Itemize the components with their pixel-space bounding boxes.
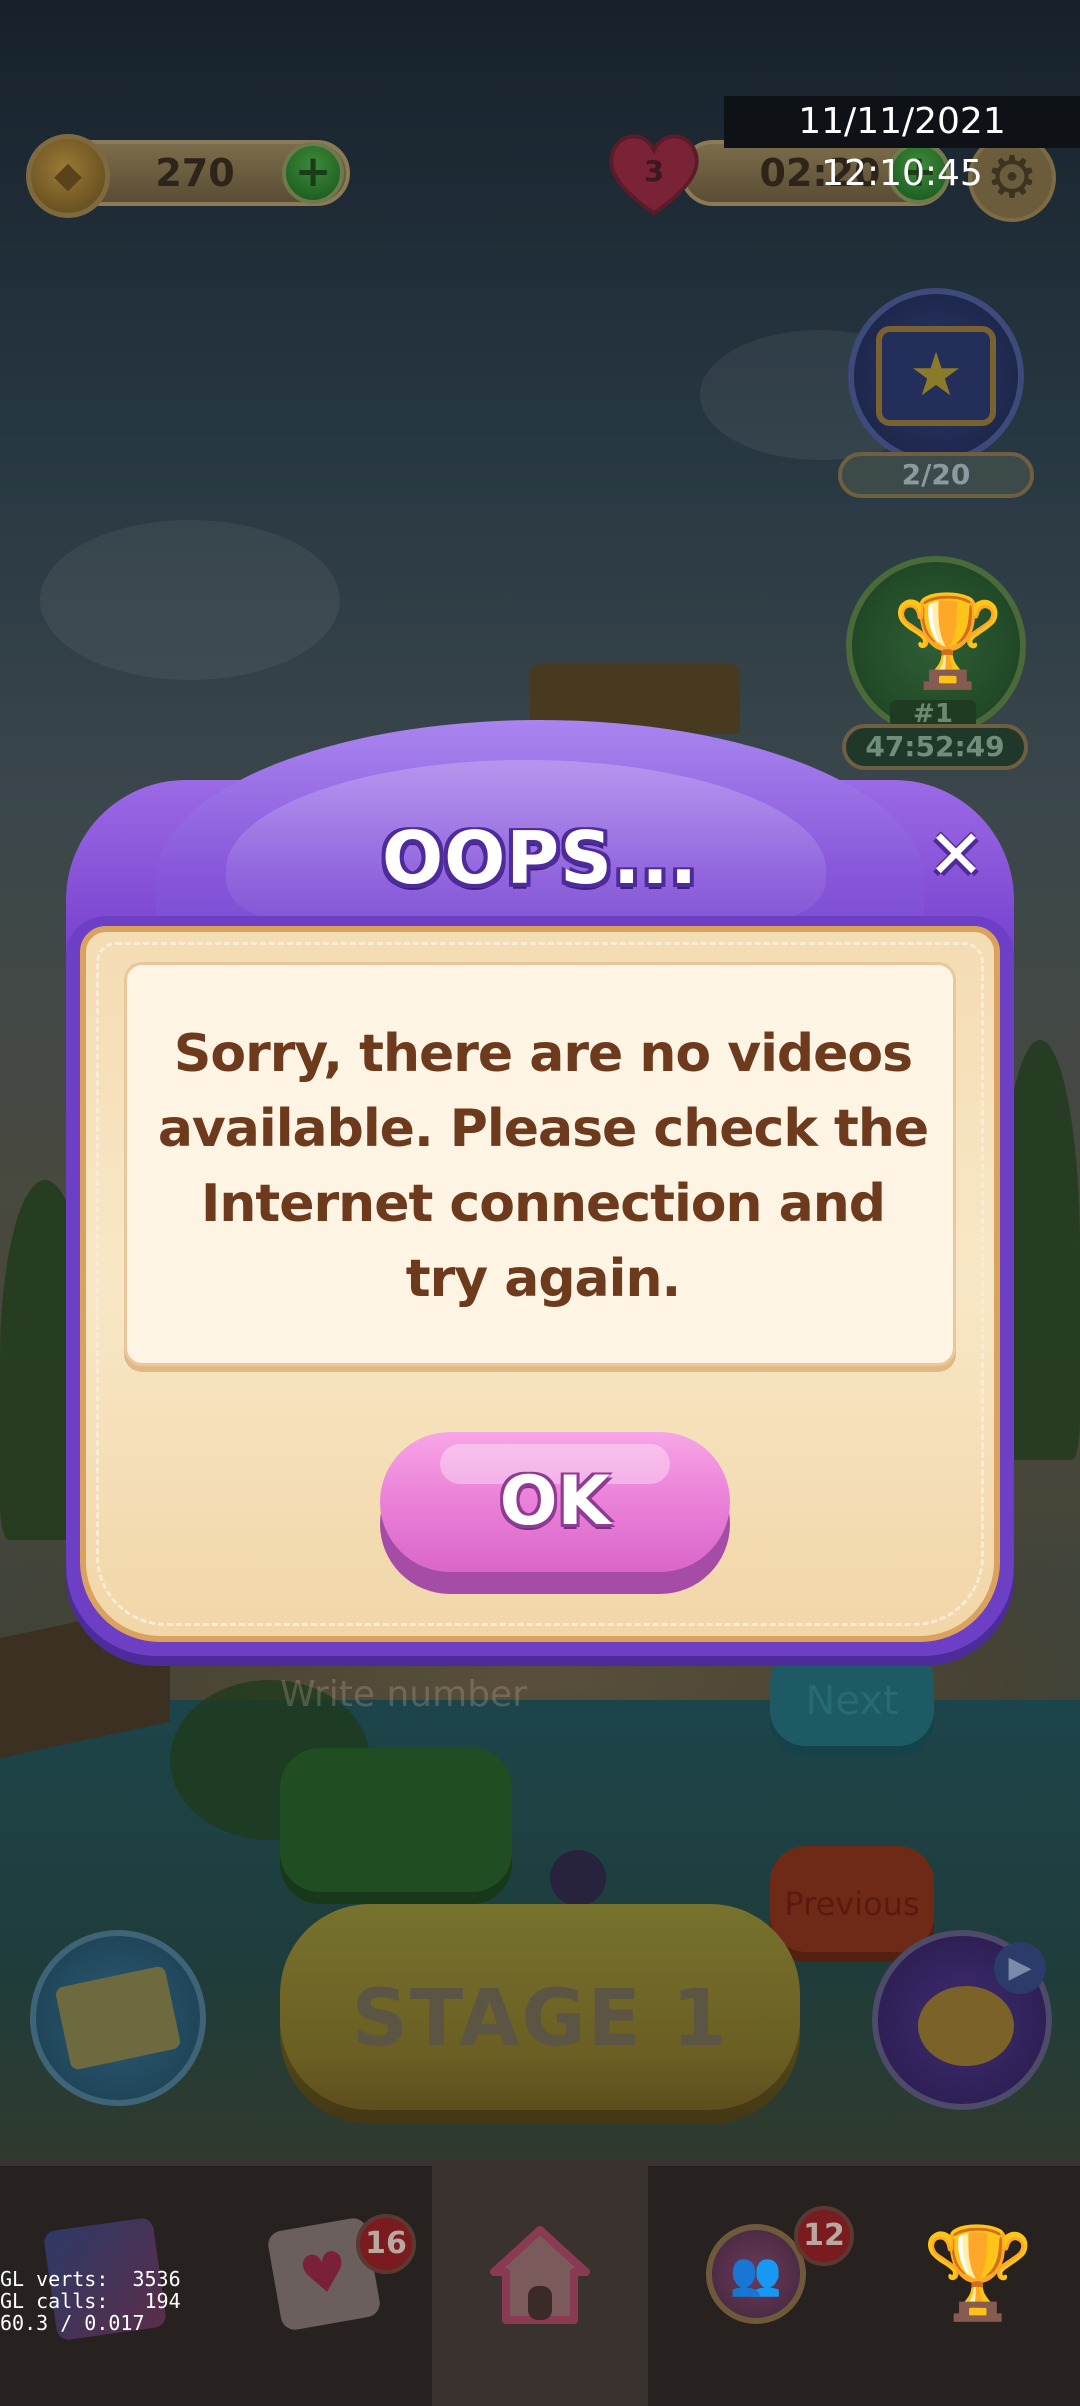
album-button[interactable]: ★: [848, 288, 1024, 464]
tab-mail[interactable]: ♥ 16: [216, 2166, 432, 2406]
album-progress: 2/20: [838, 452, 1034, 498]
dialog-message: Sorry, there are no videos available. Pl…: [157, 1024, 929, 1309]
home-icon: [482, 2216, 598, 2332]
trophy-icon: 🏆: [922, 2221, 1035, 2326]
debug-line-2: GL calls: 194: [0, 2289, 181, 2313]
debug-line-1: GL verts: 3536: [0, 2267, 181, 2291]
debug-stats: GL verts: 3536 GL calls: 194 60.3 / 0.01…: [0, 2268, 181, 2334]
previous-button[interactable]: Previous: [770, 1846, 934, 1962]
ok-button[interactable]: OK: [380, 1432, 730, 1596]
timestamp-overlay: 11/11/2021 12:10:45: [724, 96, 1080, 194]
map-button[interactable]: [30, 1930, 206, 2106]
dialog-body-frame: Sorry, there are no videos available. Pl…: [66, 916, 1014, 1656]
error-dialog: OOPS... ✕ Sorry, there are no videos ava…: [66, 720, 1014, 1660]
map-icon: [54, 1965, 182, 2071]
previous-label: Previous: [784, 1885, 920, 1923]
next-label: Next: [805, 1678, 899, 1724]
trophy-icon: 🏆: [892, 589, 1005, 694]
tab-friends[interactable]: 👥 12: [648, 2166, 864, 2406]
coin-stack-icon: [918, 1986, 1014, 2066]
dialog-paper: Sorry, there are no videos available. Pl…: [80, 926, 1000, 1642]
stage-label: STAGE 1: [351, 1974, 729, 2064]
debug-line-3: 60.3 / 0.017: [0, 2311, 145, 2335]
mail-badge: 16: [356, 2214, 416, 2274]
stage-play-button[interactable]: STAGE 1: [280, 1904, 800, 2124]
dialog-title: OOPS...: [381, 816, 699, 900]
ok-label: OK: [499, 1462, 611, 1541]
number-input[interactable]: Write number: [280, 1660, 540, 1730]
tab-home[interactable]: [432, 2166, 648, 2406]
tab-leaderboard[interactable]: 🏆: [864, 2166, 1080, 2406]
green-button[interactable]: [280, 1748, 512, 1904]
coin-icon: [26, 134, 110, 218]
lives-count: 3: [644, 155, 664, 189]
coin-video-button[interactable]: ▶: [872, 1930, 1052, 2110]
add-coins-button[interactable]: +: [282, 142, 344, 204]
friends-badge: 12: [794, 2206, 854, 2266]
star-album-icon: ★: [876, 326, 996, 426]
video-camera-icon: ▶: [994, 1942, 1046, 1994]
heart-icon: 3: [609, 134, 699, 216]
close-icon[interactable]: ✕: [920, 820, 992, 892]
next-button[interactable]: Next: [770, 1646, 934, 1756]
message-box: Sorry, there are no videos available. Pl…: [124, 962, 956, 1366]
friends-icon: 👥: [706, 2224, 806, 2324]
